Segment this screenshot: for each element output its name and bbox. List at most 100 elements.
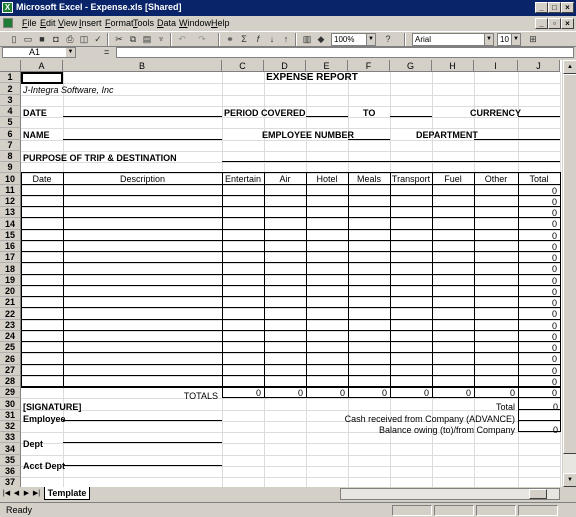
- workbook-icon[interactable]: [3, 18, 13, 28]
- redo-icon[interactable]: ↷: [196, 33, 208, 45]
- sheet-tab-template[interactable]: Template: [44, 487, 90, 500]
- row-header-25[interactable]: 25: [0, 342, 21, 353]
- prev-sheet-icon[interactable]: ◀: [12, 489, 21, 499]
- row-header-24[interactable]: 24: [0, 331, 21, 342]
- row-total-cell[interactable]: 0: [520, 276, 557, 286]
- row-header-3[interactable]: 3: [0, 95, 21, 106]
- paste-icon[interactable]: ▤: [141, 33, 153, 45]
- drawing-icon[interactable]: ◆: [315, 33, 327, 45]
- menu-help[interactable]: Help: [211, 18, 230, 28]
- copy-icon[interactable]: ⧉: [127, 33, 139, 45]
- spelling-icon[interactable]: ✓: [92, 33, 104, 45]
- row-header-23[interactable]: 23: [0, 320, 21, 331]
- row-header-37[interactable]: 37: [0, 477, 21, 487]
- print-preview-icon[interactable]: ◫: [78, 33, 90, 45]
- totals-cell[interactable]: 0: [519, 388, 557, 398]
- row-header-19[interactable]: 19: [0, 275, 21, 286]
- font-size-select[interactable]: 10 ▼: [497, 33, 521, 46]
- totals-cell[interactable]: 0: [307, 388, 345, 398]
- save-icon[interactable]: ■: [36, 33, 48, 45]
- sort-descending-icon[interactable]: ↑: [280, 33, 292, 45]
- autosum-icon[interactable]: Σ: [238, 33, 250, 45]
- row-header-7[interactable]: 7: [0, 140, 21, 151]
- totals-cell[interactable]: 0: [391, 388, 429, 398]
- worksheet-grid[interactable]: ABCDEFGHIJ 1 2 3 4 5 6 7 8 9 10 11 12 13 14 15 16 17 18 19…: [0, 60, 562, 487]
- menu-format[interactable]: Format: [105, 18, 134, 28]
- row-total-cell[interactable]: 0: [520, 197, 557, 207]
- column-header-i[interactable]: I: [474, 60, 518, 72]
- new-icon[interactable]: ▯: [8, 33, 20, 45]
- row-header-16[interactable]: 16: [0, 241, 21, 252]
- column-header-d[interactable]: D: [264, 60, 306, 72]
- row-header-27[interactable]: 27: [0, 365, 21, 376]
- row-header-6[interactable]: 6: [0, 128, 21, 140]
- row-header-5[interactable]: 5: [0, 117, 21, 128]
- doc-close-button[interactable]: ×: [561, 18, 574, 29]
- row-total-cell[interactable]: 0: [520, 231, 557, 241]
- row-total-cell[interactable]: 0: [520, 242, 557, 252]
- row-header-32[interactable]: 32: [0, 421, 21, 432]
- balance-value[interactable]: 0: [520, 425, 558, 435]
- row-total-cell[interactable]: 0: [520, 219, 557, 229]
- row-header-18[interactable]: 18: [0, 263, 21, 275]
- last-sheet-icon[interactable]: ▶|: [32, 489, 41, 499]
- doc-minimize-button[interactable]: _: [535, 18, 548, 29]
- name-box[interactable]: A1 ▼: [2, 47, 76, 58]
- hyperlink-icon[interactable]: ⚭: [224, 33, 236, 45]
- row-header-10[interactable]: 10: [0, 173, 21, 185]
- menu-edit[interactable]: Edit: [40, 18, 56, 28]
- column-header-h[interactable]: H: [432, 60, 474, 72]
- doc-restore-button[interactable]: ▫: [548, 18, 561, 29]
- maximize-button[interactable]: □: [548, 2, 561, 13]
- menu-view[interactable]: View: [58, 18, 77, 28]
- row-total-cell[interactable]: 0: [520, 264, 557, 274]
- horizontal-scrollbar[interactable]: [340, 488, 560, 500]
- first-sheet-icon[interactable]: |◀: [2, 489, 11, 499]
- row-total-cell[interactable]: 0: [520, 332, 557, 342]
- total-value[interactable]: 0: [520, 402, 558, 412]
- row-total-cell[interactable]: 0: [520, 298, 557, 308]
- row-header-35[interactable]: 35: [0, 455, 21, 466]
- column-header-f[interactable]: F: [348, 60, 390, 72]
- scroll-thumb[interactable]: [563, 74, 576, 454]
- row-total-cell[interactable]: 0: [520, 366, 557, 376]
- help-icon[interactable]: ?: [382, 33, 394, 45]
- scroll-down-icon[interactable]: ▼: [563, 473, 576, 487]
- permission-icon[interactable]: ◘: [50, 33, 62, 45]
- row-header-31[interactable]: 31: [0, 410, 21, 421]
- formula-equals[interactable]: =: [104, 47, 109, 58]
- open-icon[interactable]: ▭: [22, 33, 34, 45]
- scroll-up-icon[interactable]: ▲: [563, 60, 576, 74]
- hscroll-thumb[interactable]: [529, 489, 547, 499]
- row-header-13[interactable]: 13: [0, 207, 21, 218]
- row-header-1[interactable]: 1: [0, 72, 21, 83]
- function-icon[interactable]: f: [252, 33, 264, 45]
- borders-icon[interactable]: ⊞: [527, 33, 539, 45]
- row-total-cell[interactable]: 0: [520, 321, 557, 331]
- row-total-cell[interactable]: 0: [520, 343, 557, 353]
- column-header-b[interactable]: B: [63, 60, 222, 72]
- column-header-e[interactable]: E: [306, 60, 348, 72]
- menu-file[interactable]: File: [22, 18, 37, 28]
- row-header-4[interactable]: 4: [0, 106, 21, 117]
- column-header-a[interactable]: A: [21, 60, 63, 72]
- row-header-15[interactable]: 15: [0, 230, 21, 241]
- row-total-cell[interactable]: 0: [520, 287, 557, 297]
- row-header-20[interactable]: 20: [0, 286, 21, 297]
- column-header-g[interactable]: G: [390, 60, 432, 72]
- row-total-cell[interactable]: 0: [520, 253, 557, 263]
- totals-cell[interactable]: 0: [223, 388, 261, 398]
- row-total-cell[interactable]: 0: [520, 309, 557, 319]
- select-all-corner[interactable]: [0, 60, 21, 72]
- active-cell-selection[interactable]: [21, 72, 63, 84]
- sort-ascending-icon[interactable]: ↓: [266, 33, 278, 45]
- close-button[interactable]: ×: [561, 2, 574, 13]
- row-header-17[interactable]: 17: [0, 252, 21, 263]
- row-header-2[interactable]: 2: [0, 83, 21, 95]
- row-header-22[interactable]: 22: [0, 308, 21, 320]
- row-header-30[interactable]: 30: [0, 398, 21, 410]
- totals-cell[interactable]: 0: [265, 388, 303, 398]
- row-total-cell[interactable]: 0: [520, 208, 557, 218]
- row-total-cell[interactable]: 0: [520, 377, 557, 387]
- menu-insert[interactable]: Insert: [79, 18, 102, 28]
